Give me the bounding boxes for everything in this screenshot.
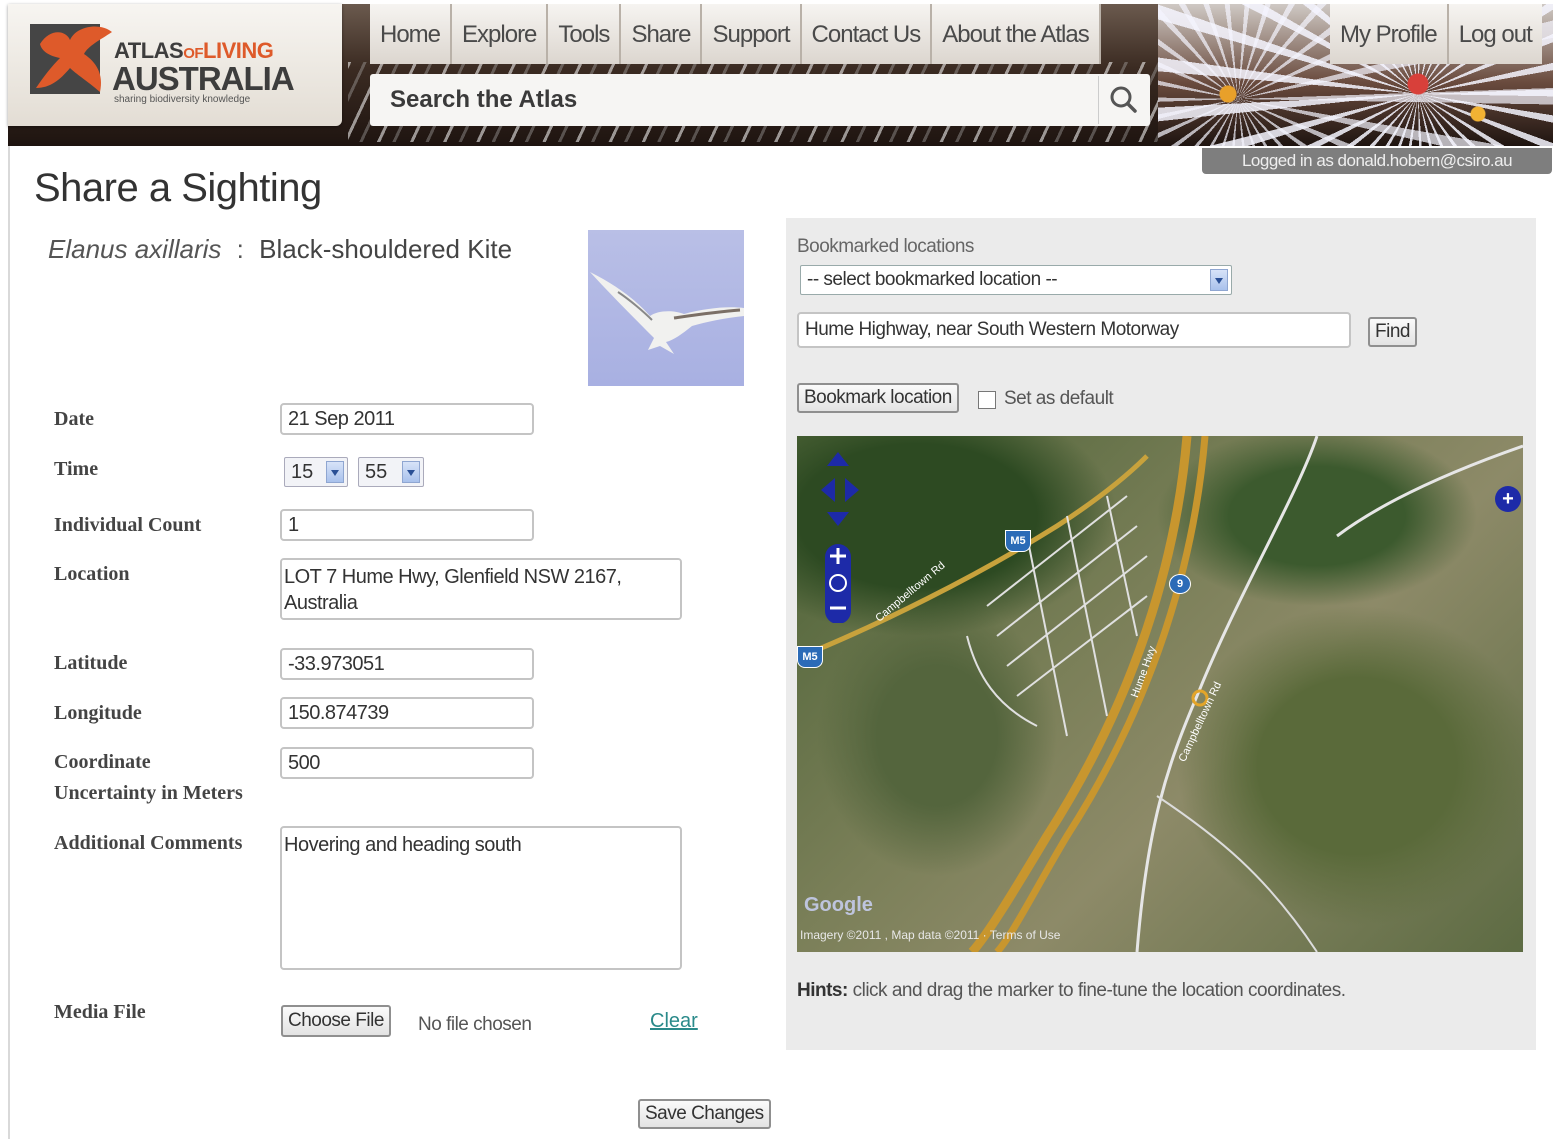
species-separator: : [236, 234, 244, 264]
satellite-map[interactable]: Campbelltown Rd Hume Hwy Campbelltown Rd… [797, 436, 1523, 952]
map-credits[interactable]: Imagery ©2011 , Map data ©2011 · Terms o… [800, 928, 1060, 942]
comments-field[interactable]: Hovering and heading south [280, 826, 682, 970]
nav-log-out[interactable]: Log out [1448, 4, 1542, 64]
logo-icon[interactable] [30, 18, 114, 100]
left-border [8, 146, 10, 1139]
chevron-down-icon [402, 461, 420, 483]
logo-text-line2: AUSTRALIA [112, 60, 295, 97]
bookmark-location-button[interactable]: Bookmark location [797, 383, 959, 413]
nav-tools[interactable]: Tools [548, 4, 622, 64]
latitude-label: Latitude [54, 652, 128, 674]
logged-in-status: Logged in as donald.hobern@csiro.au [1202, 148, 1552, 174]
route-shield-9: 9 [1169, 574, 1191, 594]
time-minute-value: 55 [365, 460, 388, 483]
route-shield-m5: M5 [1005, 530, 1031, 552]
nav-share[interactable]: Share [621, 4, 703, 64]
hint-label: Hints: [797, 980, 848, 1001]
user-nav: My Profile Log out [1330, 4, 1542, 64]
species-photo [588, 230, 744, 386]
logo-tagline: sharing biodiversity knowledge [114, 94, 251, 105]
uncertainty-label-line2: Uncertainty in Meters [54, 782, 243, 804]
individual-count-label: Individual Count [54, 514, 202, 536]
map-google-logo: Google [804, 894, 873, 916]
clear-link[interactable]: Clear [650, 1010, 698, 1033]
nav-contact-us[interactable]: Contact Us [801, 4, 933, 64]
zoom-world-icon[interactable] [825, 570, 853, 596]
scientific-name: Elanus axillaris [48, 234, 222, 264]
longitude-label: Longitude [54, 702, 142, 724]
no-file-status: No file chosen [418, 1014, 532, 1035]
nav-explore[interactable]: Explore [452, 4, 549, 64]
nav-my-profile[interactable]: My Profile [1330, 4, 1449, 64]
bookmark-select-value: -- select bookmarked location -- [807, 269, 1058, 290]
date-label: Date [54, 408, 94, 430]
time-hour-value: 15 [291, 460, 314, 483]
find-button[interactable]: Find [1368, 317, 1417, 347]
search-button[interactable] [1098, 76, 1149, 124]
bookmarked-locations-label: Bookmarked locations [797, 236, 974, 257]
map-pan-control[interactable] [815, 446, 863, 528]
time-label: Time [54, 458, 99, 480]
choose-file-button[interactable]: Choose File [281, 1005, 391, 1037]
chevron-down-icon [1210, 269, 1228, 291]
route-shield-m5-west: M5 [797, 646, 823, 668]
uncertainty-label-line1: Coordinate [54, 751, 151, 773]
map-hint: Hints: click and drag the marker to fine… [797, 980, 1346, 1002]
individual-count-field[interactable] [280, 509, 534, 541]
time-hour-select[interactable]: 15 [284, 457, 348, 487]
search-input[interactable] [388, 84, 1072, 116]
longitude-field[interactable] [280, 697, 534, 729]
kite-image-icon [590, 272, 744, 354]
chevron-down-icon [326, 461, 344, 483]
set-default-label: Set as default [1004, 388, 1114, 409]
zoom-out-icon[interactable] [825, 598, 853, 624]
nav-support[interactable]: Support [702, 4, 802, 64]
nav-about-the-atlas[interactable]: About the Atlas [932, 4, 1101, 64]
species-heading: Elanus axillaris : Black-shouldered Kite [48, 234, 512, 265]
date-field[interactable] [280, 403, 534, 435]
comments-label: Additional Comments [54, 832, 243, 854]
search-icon [1110, 86, 1137, 113]
address-search-field[interactable] [797, 312, 1351, 348]
nav-home[interactable]: Home [370, 4, 453, 64]
zoom-in-icon[interactable] [825, 542, 853, 568]
time-minute-select[interactable]: 55 [358, 457, 424, 487]
uncertainty-field[interactable] [280, 747, 534, 779]
hint-text: click and drag the marker to fine-tune t… [847, 980, 1346, 1001]
layer-switcher-plus-icon[interactable]: + [1495, 486, 1521, 512]
common-name: Black-shouldered Kite [259, 234, 513, 264]
set-default-checkbox[interactable] [978, 391, 996, 409]
bookmark-select[interactable]: -- select bookmarked location -- [800, 265, 1232, 295]
save-changes-button[interactable]: Save Changes [638, 1099, 771, 1129]
map-roads [797, 436, 1523, 952]
latitude-field[interactable] [280, 648, 534, 680]
media-file-label: Media File [54, 1001, 146, 1023]
location-field[interactable]: LOT 7 Hume Hwy, Glenfield NSW 2167, Aust… [280, 558, 682, 620]
location-label: Location [54, 563, 130, 585]
main-nav: Home Explore Tools Share Support Contact… [370, 4, 1101, 64]
page-title: Share a Sighting [34, 166, 322, 210]
